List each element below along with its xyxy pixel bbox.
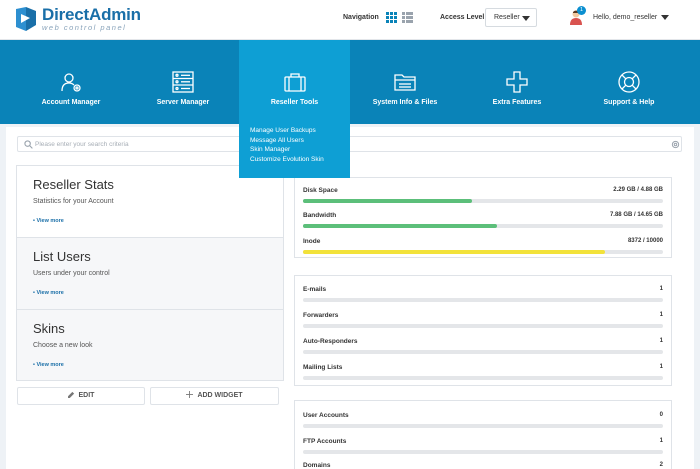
widget-skins[interactable]: Skins Choose a new look • View more xyxy=(17,310,283,382)
pencil-icon xyxy=(67,391,74,398)
widget-title: List Users xyxy=(33,249,91,264)
widget-description: Choose a new look xyxy=(33,342,93,349)
view-more-link[interactable]: • View more xyxy=(33,362,64,368)
access-level-value: Reseller xyxy=(494,14,520,21)
lifebuoy-icon xyxy=(618,71,640,93)
grid-view-icon[interactable] xyxy=(386,12,397,23)
nav-extra-features[interactable]: Extra Features xyxy=(477,40,557,124)
logo-title: DirectAdmin xyxy=(42,5,141,25)
plus-icon xyxy=(186,391,194,398)
add-widget-button[interactable]: ADD WIDGET xyxy=(150,387,279,405)
gear-icon[interactable] xyxy=(671,140,680,149)
access-level-label: Access Level xyxy=(440,14,485,21)
search-input[interactable]: Please enter your search criteria xyxy=(35,141,129,148)
search-icon xyxy=(24,140,33,149)
view-more-link[interactable]: • View more xyxy=(33,290,64,296)
nav-system-info-files[interactable]: System Info & Files xyxy=(365,40,445,124)
logo[interactable]: DirectAdmin web control panel xyxy=(14,5,141,33)
nav-support-help[interactable]: Support & Help xyxy=(589,40,669,124)
account-stats-box: User Accounts 0 FTP Accounts 1 Domains 2 xyxy=(294,400,672,469)
email-stats-box: E-mails 1 Forwarders 1 Auto-Responders 1… xyxy=(294,275,672,386)
server-icon xyxy=(172,71,194,93)
account-manager-icon xyxy=(61,73,81,92)
username: demo_reseller xyxy=(612,14,658,21)
usage-stats-box: Disk Space 2.29 GB / 4.88 GB Bandwidth 7… xyxy=(294,177,672,258)
folder-icon xyxy=(394,74,416,91)
progress-bar xyxy=(303,199,663,203)
notification-badge[interactable]: 1 xyxy=(577,6,586,15)
top-header: DirectAdmin web control panel Navigation… xyxy=(0,0,700,40)
progress-bar xyxy=(303,250,663,254)
widget-title: Reseller Stats xyxy=(33,177,114,192)
list-view-icon[interactable] xyxy=(402,12,413,23)
nav-server-manager[interactable]: Server Manager xyxy=(143,40,223,124)
menu-item-skin-manager[interactable]: Skin Manager xyxy=(250,145,350,155)
directadmin-logo-icon xyxy=(16,7,36,31)
widget-description: Statistics for your Account xyxy=(33,198,114,205)
plus-icon xyxy=(506,71,528,93)
main-navigation: Account Manager Server Manager Reseller … xyxy=(0,40,700,124)
menu-item-message-all-users[interactable]: Message All Users xyxy=(250,136,350,146)
nav-reseller-tools[interactable]: Reseller Tools xyxy=(239,40,350,124)
widget-title: Skins xyxy=(33,321,65,336)
navigation-label: Navigation xyxy=(343,14,379,21)
chevron-down-icon[interactable] xyxy=(661,15,669,20)
chevron-down-icon xyxy=(522,16,530,21)
reseller-tools-dropdown: Manage User Backups Message All Users Sk… xyxy=(239,124,350,178)
nav-account-manager[interactable]: Account Manager xyxy=(31,40,111,124)
logo-subtitle: web control panel xyxy=(42,23,127,33)
widget-column: Reseller Stats Statistics for your Accou… xyxy=(16,165,284,381)
widget-list-users[interactable]: List Users Users under your control • Vi… xyxy=(17,238,283,310)
menu-item-customize-evolution-skin[interactable]: Customize Evolution Skin xyxy=(250,155,350,165)
view-more-link[interactable]: • View more xyxy=(33,218,64,224)
progress-bar xyxy=(303,224,663,228)
menu-item-manage-user-backups[interactable]: Manage User Backups xyxy=(250,126,350,136)
access-level-select[interactable]: Reseller xyxy=(485,8,537,27)
briefcase-icon xyxy=(283,73,306,92)
user-greeting[interactable]: Hello, demo_reseller xyxy=(593,14,657,21)
edit-button[interactable]: EDIT xyxy=(17,387,145,405)
widget-description: Users under your control xyxy=(33,270,110,277)
